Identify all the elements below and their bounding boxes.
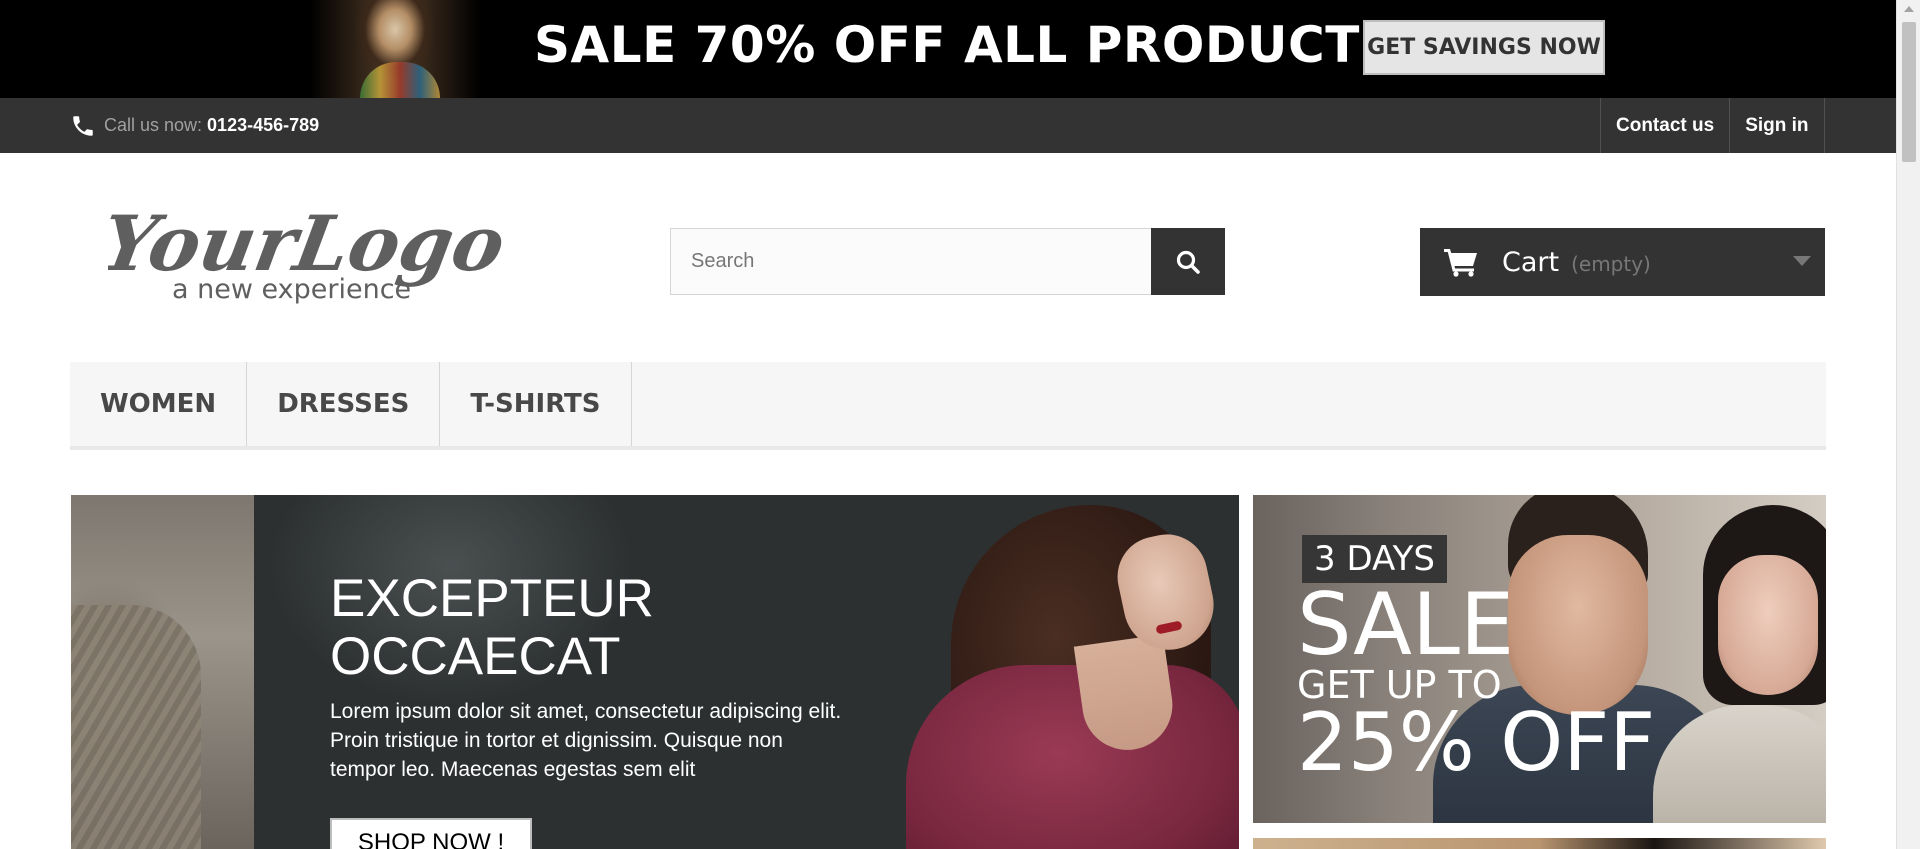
menu-item-dresses[interactable]: DRESSES [247, 362, 441, 446]
cart-icon [1444, 249, 1477, 277]
menu-item-women[interactable]: WOMEN [70, 362, 248, 446]
menu-item-t-shirts[interactable]: T-SHIRTS [440, 362, 632, 446]
hero-text: Lorem ipsum dolor sit amet, consectetur … [330, 700, 842, 781]
phone-info: Call us now: 0123-456-789 [70, 98, 319, 153]
phone-icon [73, 115, 93, 136]
promo-banner[interactable]: SALE 70% OFF ALL PRODUCTS GET SAVINGS NO… [0, 0, 1896, 98]
banner-discount-text: 25% OFF [1297, 696, 1656, 789]
logo-tagline: a new experience [172, 274, 411, 305]
main-menu: WOMEN DRESSES T-SHIRTS [70, 362, 1826, 450]
hero-prev-slide-image [71, 495, 254, 849]
search-input[interactable] [670, 228, 1151, 295]
top-links: Contact us Sign in [1600, 98, 1825, 153]
second-banner[interactable] [1253, 838, 1826, 849]
cart-label: Cart [1502, 246, 1560, 278]
phone-number: 0123-456-789 [207, 115, 320, 135]
promo-headline: SALE 70% OFF ALL PRODUCTS [534, 16, 1397, 74]
page: SALE 70% OFF ALL PRODUCTS GET SAVINGS NO… [0, 0, 1920, 849]
contact-us-link[interactable]: Contact us [1600, 98, 1729, 153]
banner-sale-text: SALE [1297, 575, 1515, 675]
scrollbar-thumb[interactable] [1902, 22, 1916, 162]
hero-model-dress [906, 665, 1239, 849]
phone-prefix: Call us now: [104, 115, 203, 135]
top-nav-bar: Call us now: 0123-456-789 Contact us Sig… [0, 98, 1896, 153]
banner-woman-face [1718, 555, 1818, 695]
search-icon [1176, 250, 1200, 274]
search-bar [670, 228, 1225, 295]
cart-status: (empty) [1571, 252, 1651, 276]
get-savings-button[interactable]: GET SAVINGS NOW [1363, 20, 1605, 75]
cart-button[interactable]: Cart (empty) [1420, 228, 1825, 296]
vertical-scrollbar[interactable] [1896, 0, 1920, 849]
sign-in-link[interactable]: Sign in [1729, 98, 1825, 153]
search-button[interactable] [1151, 228, 1225, 295]
site-logo[interactable]: YourLogo a new experience [94, 188, 528, 308]
scroll-up-icon[interactable] [1904, 6, 1914, 12]
banner-man-face [1508, 535, 1648, 715]
hero-title: EXCEPTEUR OCCAECAT [330, 569, 654, 686]
shop-now-button[interactable]: SHOP NOW ! [330, 818, 532, 849]
caret-down-icon[interactable] [1793, 256, 1811, 266]
